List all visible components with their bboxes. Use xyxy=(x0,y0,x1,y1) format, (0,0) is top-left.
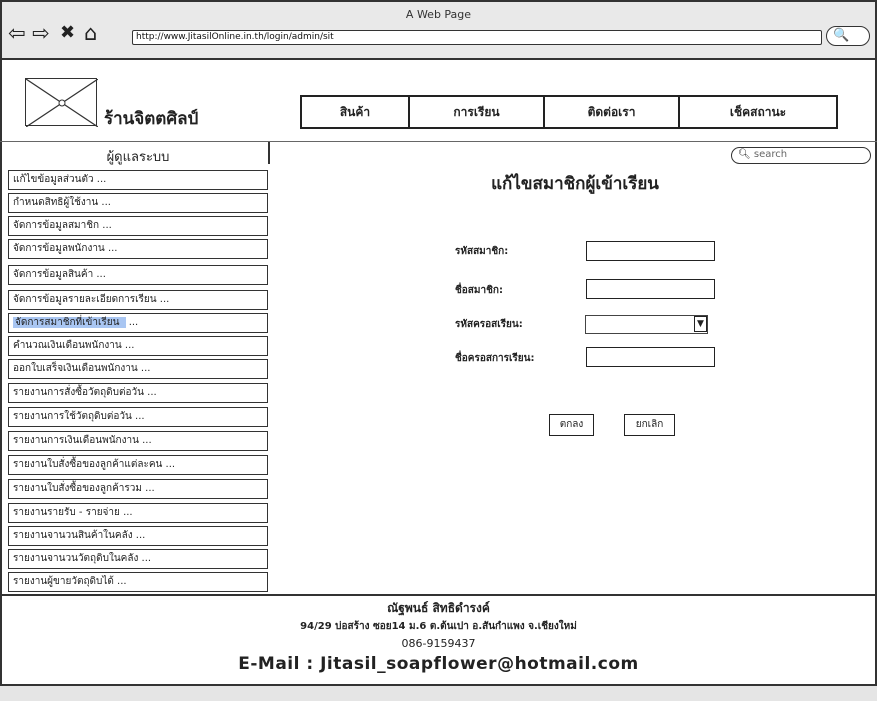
member-id-field[interactable] xyxy=(586,241,715,261)
search-placeholder: search xyxy=(753,149,788,160)
menu-products[interactable]: สินค้า xyxy=(300,95,410,129)
sidebar-item-report-suppliers[interactable]: รายงานผู้ขายวัตถุดิบได้ ... xyxy=(8,572,268,592)
footer-address: 94/29 บ่อสร้าง ซอย14 ม.6 ต.ต้นเปา อ.สันก… xyxy=(300,621,577,632)
member-id-label: รหัสสมาชิก: xyxy=(455,246,509,257)
footer-phone: 086-9159437 xyxy=(401,637,476,650)
chevron-down-icon[interactable]: ▼ xyxy=(694,316,707,332)
course-name-field[interactable] xyxy=(586,347,715,367)
menu-status[interactable]: เช็คสถานะ xyxy=(678,95,838,129)
sidebar-item-active-label: จัดการสมาชิกที่เข้าเรียน xyxy=(13,317,126,328)
search-input[interactable]: 🔍︎ search xyxy=(731,147,871,164)
browser-status-bar xyxy=(0,684,877,701)
image-placeholder-icon xyxy=(26,79,98,127)
footer-name: ณัฐพนธ์ สิทธิดำรงค์ xyxy=(387,601,490,615)
sidebar-item-edit-profile[interactable]: แก้ไขข้อมูลส่วนตัว ... xyxy=(8,170,268,190)
left-arrow-icon[interactable]: ⇦ xyxy=(8,22,26,44)
course-id-select[interactable] xyxy=(585,315,708,334)
sidebar-item-report-product-stock[interactable]: รายงานจานวนสินค้าในคลัง ... xyxy=(8,526,268,546)
search-icon: 🔍 xyxy=(833,28,850,43)
member-name-field[interactable] xyxy=(586,279,715,299)
sidebar-item-salary-receipt[interactable]: ออกใบเสร็จเงินเดือนพนักงาน ... xyxy=(8,359,268,379)
sidebar-title: ผู้ดูแลระบบ xyxy=(106,150,170,165)
sidebar-item-manage-products[interactable]: จัดการข้อมูลสินค้า ... xyxy=(8,265,268,285)
page-title: แก้ไขสมาชิกผู้เข้าเรียน xyxy=(491,174,659,194)
sidebar-item-calculate-salary[interactable]: คำนวณเงินเดือนพนักงาน ... xyxy=(8,336,268,356)
right-arrow-icon[interactable]: ⇨ xyxy=(32,22,50,44)
window-title: A Web Page xyxy=(405,8,472,21)
search-icon: 🔍︎ xyxy=(738,149,751,160)
shop-name: ร้านจิตตศิลป์ xyxy=(104,109,199,129)
sidebar-item-report-customer-orders[interactable]: รายงานใบสั่งซื้อของลูกค้าแต่ละคน ... xyxy=(8,455,268,475)
sidebar-item-report-salary[interactable]: รายงานการเงินเดือนพนักงาน ... xyxy=(8,431,268,451)
sidebar-divider xyxy=(268,142,270,164)
close-icon[interactable]: ✖ xyxy=(60,22,75,44)
course-name-label: ชื่อครอสการเรียน: xyxy=(455,353,535,364)
address-bar[interactable]: http://www.JitasilOnline.in.th/login/adm… xyxy=(132,30,822,45)
sidebar-item-manage-enrolled-members[interactable]: จัดการสมาชิกที่เข้าเรียน ... xyxy=(8,313,268,333)
home-icon[interactable]: ⌂ xyxy=(84,22,97,44)
course-id-label: รหัสครอสเรียน: xyxy=(455,319,523,330)
sidebar-item-report-all-orders[interactable]: รายงานใบสั่งซื้อของลูกค้ารวม ... xyxy=(8,479,268,499)
sidebar-item-manage-course-details[interactable]: จัดการข้อมูลรายละเอียดการเรียน ... xyxy=(8,290,268,310)
sidebar-item-ellipsis: ... xyxy=(128,317,139,328)
browser-search-button[interactable]: 🔍 xyxy=(826,26,870,46)
sidebar-item-report-daily-purchase[interactable]: รายงานการสั่งซื้อวัตถุดิบต่อวัน ... xyxy=(8,383,268,403)
ok-button[interactable]: ตกลง xyxy=(549,414,594,436)
footer-divider xyxy=(0,594,877,596)
sidebar-item-report-material-stock[interactable]: รายงานจานวนวัตถุดิบในคลัง ... xyxy=(8,549,268,569)
sidebar-item-report-daily-usage[interactable]: รายงานการใช้วัตถุดิบต่อวัน ... xyxy=(8,407,268,427)
sidebar-item-manage-employees[interactable]: จัดการข้อมูลพนักงาน ... xyxy=(8,239,268,259)
header-divider xyxy=(0,141,877,142)
menu-contact[interactable]: ติดต่อเรา xyxy=(543,95,680,129)
menu-courses[interactable]: การเรียน xyxy=(408,95,545,129)
sidebar-item-manage-members[interactable]: จัดการข้อมูลสมาชิก ... xyxy=(8,216,268,236)
footer-email: E-Mail : Jitasil_soapflower@hotmail.com xyxy=(238,654,639,674)
member-name-label: ชื่อสมาชิก: xyxy=(455,285,503,296)
logo-placeholder xyxy=(25,78,98,127)
cancel-button[interactable]: ยกเลิก xyxy=(624,414,675,436)
sidebar-item-user-permissions[interactable]: กำหนดสิทธิผู้ใช้งาน ... xyxy=(8,193,268,213)
sidebar-item-report-income-expense[interactable]: รายงานรายรับ - รายจ่าย ... xyxy=(8,503,268,523)
